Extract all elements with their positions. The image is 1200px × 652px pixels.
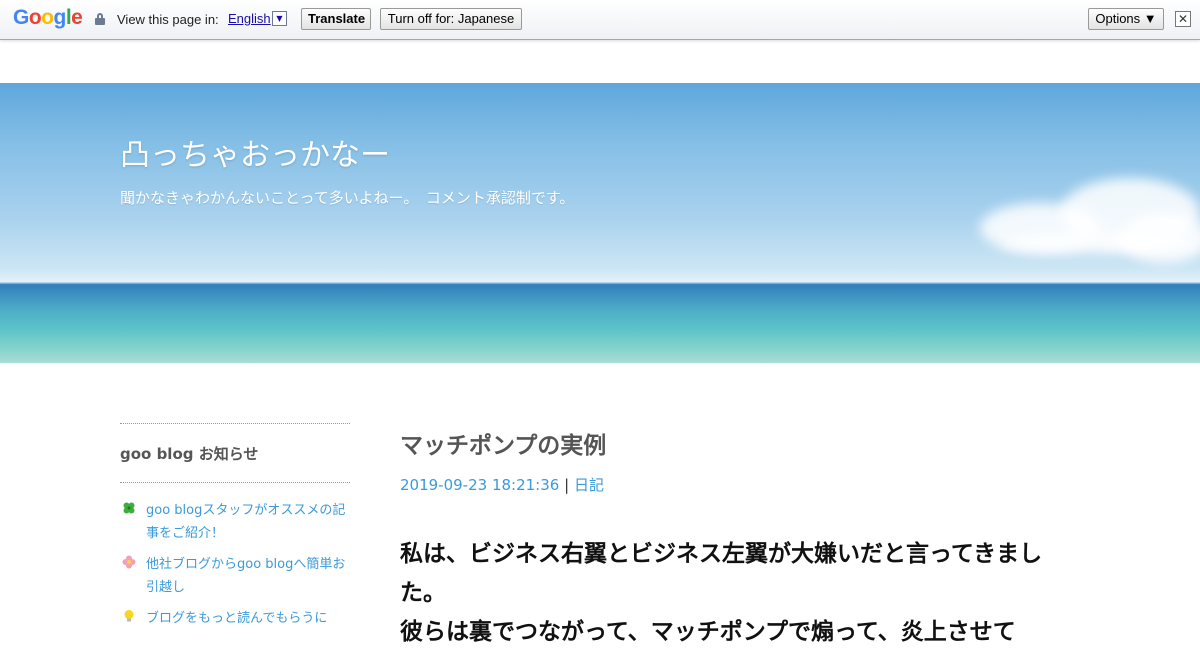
blog-header-banner: 凸っちゃおっかなー 聞かなきゃわかんないことって多いよねー。 コメント承認制です… bbox=[0, 83, 1200, 363]
blog-description: 聞かなきゃわかんないことって多いよねー。 コメント承認制です。 bbox=[120, 189, 575, 207]
notice-link[interactable]: ブログをもっと読んでもらうに bbox=[146, 611, 327, 626]
chevron-down-icon[interactable]: ▼ bbox=[272, 11, 287, 26]
flower-icon bbox=[122, 555, 136, 569]
notice-list: goo blogスタッフがオススメの記事をご紹介！ 他社ブログからgoo blo… bbox=[120, 499, 350, 630]
clover-icon bbox=[123, 502, 135, 514]
translate-button[interactable]: Translate bbox=[301, 8, 371, 30]
logo-letter: o bbox=[28, 6, 42, 29]
view-page-label: View this page in: bbox=[117, 12, 219, 27]
post-title[interactable]: マッチポンプの実例 bbox=[400, 426, 1080, 460]
notice-link[interactable]: goo blogスタッフがオススメの記事をご紹介！ bbox=[146, 503, 345, 541]
list-item: goo blogスタッフがオススメの記事をご紹介！ bbox=[120, 499, 350, 545]
logo-letter: o bbox=[41, 6, 54, 29]
post-paragraph: 私は、ビジネス右翼とビジネス左翼が大嫌いだと言ってきました。 bbox=[400, 541, 1043, 606]
logo-letter: e bbox=[71, 6, 83, 29]
article: マッチポンプの実例 2019-09-23 18:21:36 | 日記 私は、ビジ… bbox=[400, 426, 1080, 652]
post-paragraph: 彼らは裏でつながって、マッチポンプで煽って、炎上させて bbox=[400, 619, 1016, 645]
google-logo: Google bbox=[13, 6, 83, 30]
meta-separator: | bbox=[564, 476, 570, 494]
post-category[interactable]: 日記 bbox=[574, 476, 604, 494]
lightbulb-icon bbox=[124, 610, 134, 622]
logo-letter: G bbox=[13, 6, 29, 29]
translate-bar: Google View this page in: English ▼ Tran… bbox=[0, 0, 1200, 40]
logo-letter: g bbox=[53, 6, 67, 29]
post-date[interactable]: 2019-09-23 18:21:36 bbox=[400, 476, 559, 494]
blog-title[interactable]: 凸っちゃおっかなー bbox=[120, 130, 390, 174]
options-button[interactable]: Options ▼ bbox=[1088, 8, 1164, 30]
notice-link[interactable]: 他社ブログからgoo blogへ簡単お引越し bbox=[146, 557, 345, 595]
post-body: 私は、ビジネス右翼とビジネス左翼が大嫌いだと言ってきました。 彼らは裏でつながっ… bbox=[400, 535, 1072, 652]
language-select[interactable]: English bbox=[228, 11, 271, 26]
sidebar: goo blog お知らせ goo blogスタッフがオススメの記事をご紹介！ … bbox=[120, 423, 350, 638]
cloud-decoration bbox=[1000, 233, 1200, 253]
divider bbox=[120, 482, 350, 483]
post-meta: 2019-09-23 18:21:36 | 日記 bbox=[400, 474, 1080, 495]
list-item: ブログをもっと読んでもらうに bbox=[120, 607, 350, 630]
close-icon[interactable]: ✕ bbox=[1175, 11, 1191, 27]
sidebar-heading: goo blog お知らせ bbox=[120, 445, 259, 463]
list-item: 他社ブログからgoo blogへ簡単お引越し bbox=[120, 553, 350, 599]
lock-icon bbox=[95, 13, 105, 25]
turn-off-button[interactable]: Turn off for: Japanese bbox=[380, 8, 522, 30]
